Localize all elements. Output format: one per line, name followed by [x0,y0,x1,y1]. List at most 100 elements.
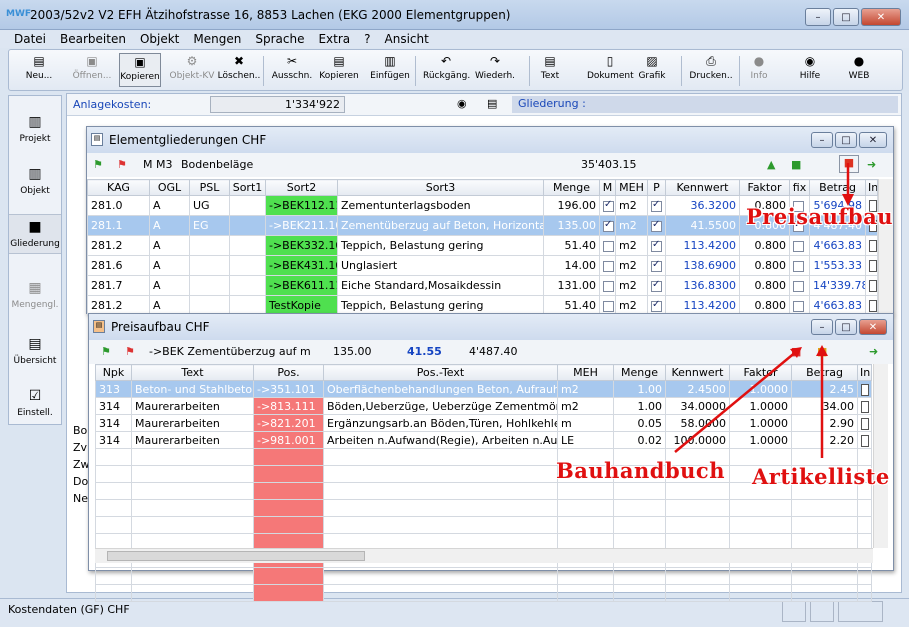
book-icon[interactable]: ■ [791,158,801,171]
column-header[interactable]: Text [131,364,254,381]
menu-sprache[interactable]: Sprache [248,30,311,46]
checkbox-m[interactable] [603,260,614,272]
checkbox-m[interactable] [603,240,614,252]
toolbar-delete-button[interactable]: ✖ Löschen.. [217,53,261,87]
checkbox-p[interactable] [651,199,662,212]
detail-icon[interactable] [861,383,869,396]
checkbox-p[interactable] [651,259,662,272]
preisaufbau-vscroll[interactable] [873,364,888,548]
toolbar-redo-button[interactable]: ↷ Wiederh. [473,53,517,87]
toolbar-open-button[interactable]: ▣ Öffnen... [69,53,115,87]
column-header[interactable]: Betrag [809,179,866,196]
checkbox-p[interactable] [651,239,662,252]
toolbar-image-button[interactable]: ▨ Grafik [637,53,667,87]
column-header[interactable]: Faktor [729,364,792,381]
column-header[interactable]: MEH [615,179,648,196]
detail-icon[interactable] [869,280,877,292]
binoculars-icon[interactable]: ◉ [457,97,467,110]
column-header[interactable]: MEH [557,364,614,381]
toolbar-printer-button[interactable]: ⎙ Drucken.. [689,53,733,87]
menu-objekt[interactable]: Objekt [133,30,186,46]
checkbox-fix[interactable] [793,300,804,312]
document-icon[interactable]: ▤ [487,97,497,110]
menu-bearbeiten[interactable]: Bearbeiten [53,30,133,46]
minimize-button[interactable]: – [811,132,833,148]
checkbox-fix[interactable] [793,280,804,292]
exit-icon[interactable]: ➜ [869,345,878,358]
detail-icon[interactable] [861,417,869,430]
nav-mengengl[interactable]: ▦ Mengengl. [9,276,61,314]
nav-gliederung[interactable]: ■ Gliederung [9,214,61,254]
toolbar-info-button[interactable]: ● Info [747,53,771,87]
table-row[interactable]: 281.6A ->BEK431.101Unglasiert14.00 m2 138.6… [87,255,878,276]
toolbar-globe-button[interactable]: ● WEB [845,53,873,87]
column-header[interactable]: Sort3 [337,179,544,196]
hscroll-thumb[interactable] [107,551,365,561]
maximize-button[interactable]: □ [835,319,857,335]
table-row[interactable]: 314 Maurerarbeiten ->981.001 Arbeiten n.Auf… [95,431,872,449]
bauhandbuch-icon[interactable]: ■ [791,345,801,358]
maximize-button[interactable]: □ [835,132,857,148]
table-row[interactable]: 314 Maurerarbeiten ->821.201 Ergänzungsarb.… [95,414,872,432]
column-header[interactable]: OGL [149,179,190,196]
column-header[interactable]: Betrag [791,364,858,381]
close-button[interactable]: ✕ [859,319,887,335]
menu-ansicht[interactable]: Ansicht [378,30,436,46]
column-header[interactable]: P [647,179,666,196]
menu-mengen[interactable]: Mengen [186,30,248,46]
column-header[interactable]: Faktor [739,179,790,196]
menu-help[interactable]: ? [357,30,377,46]
exit-icon[interactable]: ➜ [867,158,876,171]
preisaufbau-hscroll[interactable] [95,548,873,563]
checkbox-p[interactable] [651,279,662,292]
checkbox-m[interactable] [603,280,614,292]
minimize-button[interactable]: – [805,8,831,26]
checkbox-m[interactable] [603,199,614,212]
checkbox-fix[interactable] [793,260,804,272]
column-header[interactable]: PSL [189,179,230,196]
toolbar-copy-button[interactable]: ▣ Kopieren [119,53,161,87]
toolbar-copy-button[interactable]: ▤ Kopieren [319,53,359,87]
toolbar-text-document-button[interactable]: ▤ Text [537,53,563,87]
green-flag-icon[interactable]: ⚑ [101,345,111,358]
column-header[interactable]: In [865,179,878,196]
column-header[interactable]: In [857,364,872,381]
artikelliste-icon[interactable]: ■ [817,345,827,358]
column-header[interactable]: Menge [543,179,600,196]
toolbar-cut-button[interactable]: ✂ Ausschn. [271,53,313,87]
close-button[interactable]: ✕ [861,8,901,26]
red-flag-icon[interactable]: ⚑ [117,158,127,171]
nav-einstell[interactable]: ☑ Einstell. [9,384,61,422]
column-header[interactable]: Kennwert [665,364,730,381]
table-row[interactable]: 314 Maurerarbeiten ->813.111 Böden,Ueberzüg… [95,397,872,415]
column-header[interactable]: Sort1 [229,179,266,196]
table-row[interactable]: 313Beton- und Stahlbetonar->351.101Oberf… [95,380,872,398]
toolbar-paste-button[interactable]: ▥ Einfügen [369,53,411,87]
column-header[interactable]: Menge [613,364,666,381]
column-header[interactable]: Npk [95,364,132,381]
column-header[interactable]: Sort2 [265,179,338,196]
menu-extra[interactable]: Extra [311,30,357,46]
menu-datei[interactable]: Datei [0,30,53,46]
detail-icon[interactable] [861,434,869,447]
column-header[interactable]: KAG [87,179,150,196]
close-button[interactable]: ✕ [859,132,887,148]
red-flag-icon[interactable]: ⚑ [125,345,135,358]
checkbox-fix[interactable] [793,240,804,252]
detail-icon[interactable] [869,260,877,272]
elementgliederungen-vscroll[interactable] [878,179,893,313]
maximize-button[interactable]: □ [833,8,859,26]
column-header[interactable]: Pos. [253,364,324,381]
nav-projekt[interactable]: ▥ Projekt [9,110,61,148]
nav-übersicht[interactable]: ▤ Übersicht [9,332,61,370]
tree-icon[interactable]: ▲ [767,158,775,171]
minimize-button[interactable]: – [811,319,833,335]
detail-icon[interactable] [869,300,877,312]
toolbar-gear-button[interactable]: ⚙ Objekt-KV [169,53,215,87]
toolbar-new-file-button[interactable]: ▤ Neu... [19,53,59,87]
checkbox-p[interactable] [651,299,662,312]
checkbox-m[interactable] [603,300,614,312]
column-header[interactable]: Pos.-Text [323,364,558,381]
preisaufbau-button[interactable]: ■ [839,155,859,173]
table-row[interactable]: 281.2A ->BEK332.101Teppich, Belastung ger… [87,235,878,256]
